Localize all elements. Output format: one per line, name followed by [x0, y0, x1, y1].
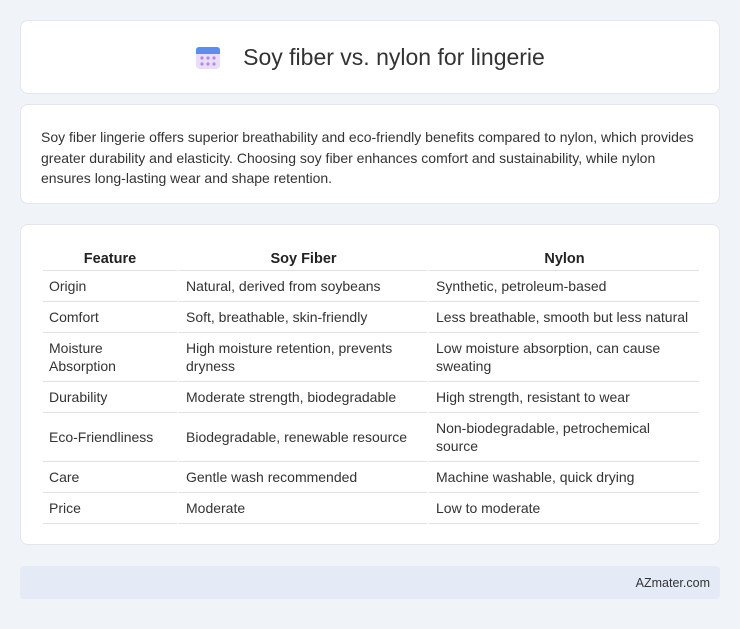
header-soy-fiber: Soy Fiber: [177, 245, 427, 271]
cell-nylon: High strength, resistant to wear: [427, 382, 699, 413]
title-card: Soy fiber vs. nylon for lingerie: [20, 20, 720, 94]
intro-card: Soy fiber lingerie offers superior breat…: [20, 104, 720, 204]
cell-feature: Origin: [43, 271, 177, 302]
comparison-table: Feature Soy Fiber Nylon Origin Natural, …: [43, 245, 699, 524]
cell-soy-fiber: Natural, derived from soybeans: [177, 271, 427, 302]
calendar-icon: [196, 47, 221, 69]
intro-text: Soy fiber lingerie offers superior breat…: [41, 129, 694, 186]
cell-soy-fiber: Moderate strength, biodegradable: [177, 382, 427, 413]
cell-feature: Care: [43, 462, 177, 493]
cell-soy-fiber: High moisture retention, prevents drynes…: [177, 333, 427, 382]
cell-feature: Price: [43, 493, 177, 524]
header-feature: Feature: [43, 245, 177, 271]
cell-soy-fiber: Gentle wash recommended: [177, 462, 427, 493]
cell-feature: Moisture Absorption: [43, 333, 177, 382]
table-row: Price Moderate Low to moderate: [43, 493, 699, 524]
comparison-card: Feature Soy Fiber Nylon Origin Natural, …: [20, 224, 720, 545]
footer-site-link[interactable]: AZmater.com: [636, 576, 710, 590]
cell-soy-fiber: Moderate: [177, 493, 427, 524]
table-row: Care Gentle wash recommended Machine was…: [43, 462, 699, 493]
cell-feature: Comfort: [43, 302, 177, 333]
table-header-row: Feature Soy Fiber Nylon: [43, 245, 699, 271]
cell-feature: Durability: [43, 382, 177, 413]
cell-nylon: Non-biodegradable, petrochemical source: [427, 413, 699, 462]
cell-feature: Eco-Friendliness: [43, 413, 177, 462]
table-row: Eco-Friendliness Biodegradable, renewabl…: [43, 413, 699, 462]
table-row: Comfort Soft, breathable, skin-friendly …: [43, 302, 699, 333]
cell-nylon: Low to moderate: [427, 493, 699, 524]
header-nylon: Nylon: [427, 245, 699, 271]
table-row: Origin Natural, derived from soybeans Sy…: [43, 271, 699, 302]
cell-soy-fiber: Soft, breathable, skin-friendly: [177, 302, 427, 333]
page-title: Soy fiber vs. nylon for lingerie: [243, 43, 545, 70]
cell-nylon: Less breathable, smooth but less natural: [427, 302, 699, 333]
cell-soy-fiber: Biodegradable, renewable resource: [177, 413, 427, 462]
cell-nylon: Low moisture absorption, can cause sweat…: [427, 333, 699, 382]
table-row: Durability Moderate strength, biodegrada…: [43, 382, 699, 413]
footer: AZmater.com: [20, 566, 720, 599]
table-row: Moisture Absorption High moisture retent…: [43, 333, 699, 382]
cell-nylon: Machine washable, quick drying: [427, 462, 699, 493]
cell-nylon: Synthetic, petroleum-based: [427, 271, 699, 302]
